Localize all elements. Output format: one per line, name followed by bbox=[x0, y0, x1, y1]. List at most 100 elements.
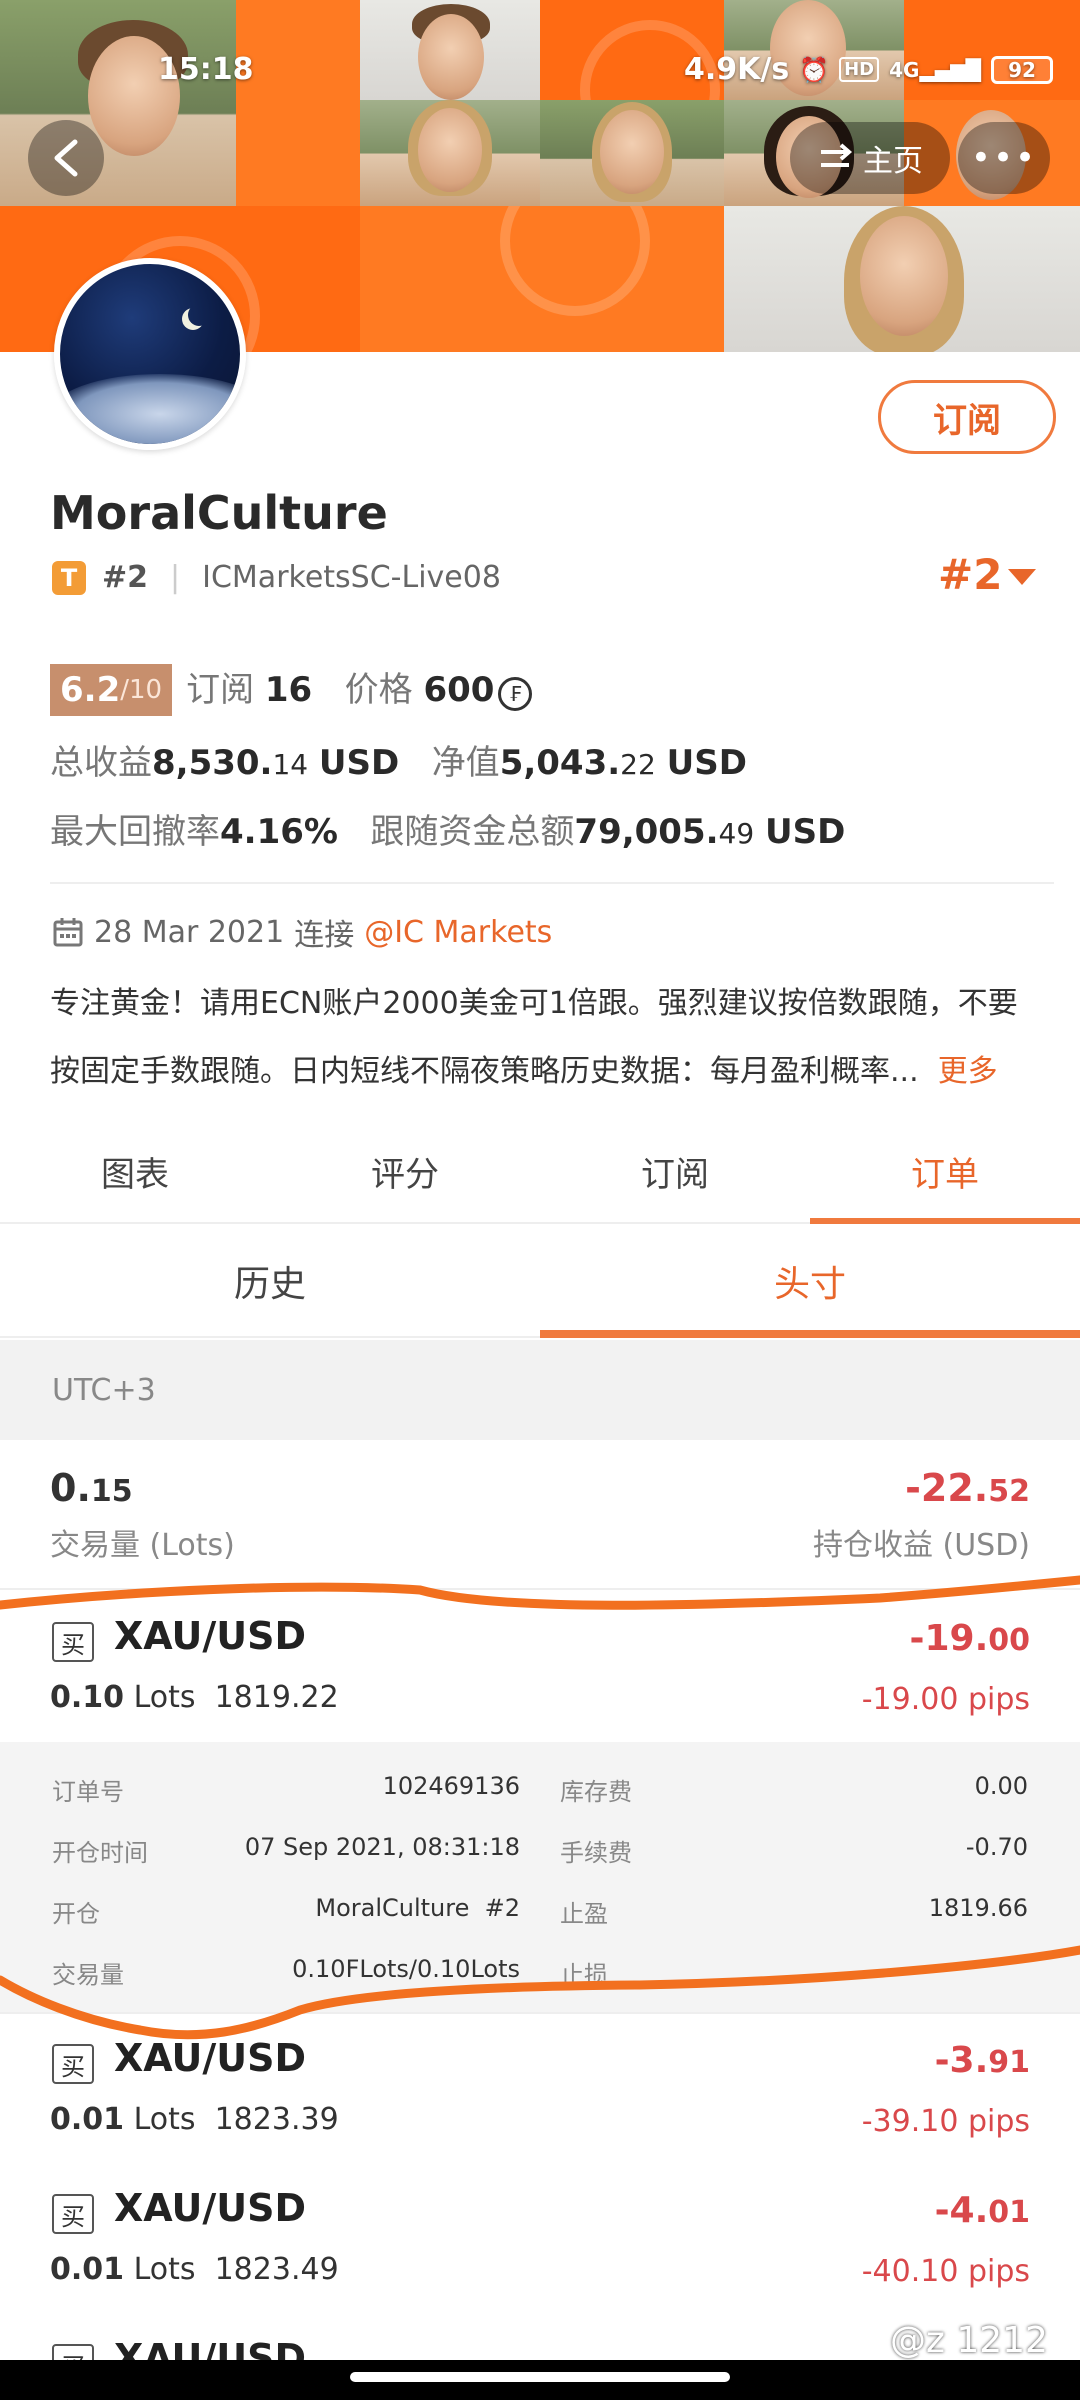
swap-value: 0.00 bbox=[974, 1772, 1028, 1800]
stats-row-1: 6.2/10 订阅 16 价格 600 ₣ bbox=[50, 662, 533, 716]
order-symbol: XAU/USD bbox=[114, 2036, 307, 2080]
banner-photo bbox=[540, 100, 724, 206]
profit-main: -4. bbox=[934, 2190, 989, 2231]
opened-by: MoralCulture #2 bbox=[315, 1894, 520, 1922]
status-time: 15:18 bbox=[158, 52, 254, 87]
subscribe-button[interactable]: 订阅 bbox=[878, 380, 1056, 454]
caret-down-icon bbox=[1008, 568, 1037, 585]
tab-positions[interactable]: 头寸 bbox=[540, 1226, 1080, 1338]
subscriber-count: 16 bbox=[264, 670, 313, 710]
floating-profit-main: -22. bbox=[905, 1466, 989, 1510]
total-profit-value: 8,530. bbox=[152, 743, 273, 783]
follow-funds-unit: USD bbox=[764, 812, 846, 852]
lots-value: 0.01 bbox=[50, 2252, 125, 2287]
profit-decimal: 91 bbox=[988, 2045, 1030, 2080]
trader-name: MoralCulture bbox=[50, 486, 388, 540]
signal-icon: 4G▂▄▆█ bbox=[889, 57, 981, 82]
home-label: 主页 bbox=[863, 144, 923, 179]
detail-label: 交易量 bbox=[52, 1961, 124, 1989]
trader-rank: #2 bbox=[102, 560, 149, 595]
order-lots: 0.10 Lots 1819.22 bbox=[50, 1680, 339, 1715]
open-price: 1823.49 bbox=[214, 2252, 339, 2287]
tier-badge: T bbox=[52, 560, 86, 595]
order-pips: -40.10 pips bbox=[861, 2254, 1030, 2289]
broker-link[interactable]: @IC Markets bbox=[364, 915, 552, 950]
rank-dropdown[interactable]: #2 bbox=[938, 550, 1037, 599]
order-subtabs: 历史 头寸 bbox=[0, 1226, 1080, 1338]
detail-label: 手续费 bbox=[560, 1839, 632, 1867]
home-indicator[interactable] bbox=[350, 2372, 730, 2382]
buy-badge: 买 bbox=[52, 2044, 94, 2084]
order-symbol: XAU/USD bbox=[114, 1614, 307, 1658]
max-drawdown-value: 4.16% bbox=[220, 812, 338, 852]
detail-label: 开仓 bbox=[52, 1900, 100, 1928]
order-profit: -3.91 bbox=[935, 2040, 1030, 2081]
profit-decimal: 01 bbox=[988, 2195, 1030, 2230]
lots-unit: Lots bbox=[133, 1680, 196, 1715]
price-label: 价格 bbox=[344, 670, 413, 710]
status-bar: 15:18 4.9K/s ⏰ HD 4G▂▄▆█ 92 bbox=[0, 52, 1080, 92]
order-lots: 0.01 Lots 1823.49 bbox=[50, 2252, 339, 2287]
follow-funds-decimal: 49 bbox=[718, 817, 755, 850]
order-pips: -39.10 pips bbox=[861, 2104, 1030, 2139]
rank-dropdown-label: #2 bbox=[938, 550, 1003, 599]
total-profit-unit: USD bbox=[318, 743, 400, 783]
battery-icon: 92 bbox=[991, 55, 1053, 84]
order-details: 订单号 102469136 库存费 0.00 开仓时间 07 Sep 2021, 08:… bbox=[0, 1742, 1080, 2012]
calendar-icon bbox=[53, 918, 83, 947]
tab-orders[interactable]: 订单 bbox=[810, 1120, 1080, 1224]
detail-label: 开仓时间 bbox=[52, 1839, 148, 1867]
order-pips: -19.00 pips bbox=[861, 1682, 1030, 1717]
detail-label: 止盈 bbox=[560, 1900, 608, 1928]
subscribe-label: 订阅 bbox=[933, 400, 1001, 441]
order-lots: 0.01 Lots 1823.39 bbox=[50, 2102, 339, 2137]
back-button[interactable] bbox=[28, 120, 104, 196]
order-number: 102469136 bbox=[382, 1772, 520, 1800]
divider: | bbox=[170, 560, 181, 595]
equity-label: 净值 bbox=[431, 743, 500, 783]
volume-value: 0.15 bbox=[50, 1466, 235, 1510]
alarm-icon: ⏰ bbox=[799, 55, 830, 84]
profit-decimal: 00 bbox=[988, 1623, 1030, 1658]
buy-badge: 买 bbox=[52, 2194, 94, 2234]
tab-history[interactable]: 历史 bbox=[0, 1226, 540, 1336]
open-price: 1819.22 bbox=[214, 1680, 339, 1715]
more-button[interactable]: ••• bbox=[958, 122, 1050, 194]
description-text: 按固定手数跟随。日内短线不隔夜策略历史数据：每月盈利概率... bbox=[50, 1054, 919, 1089]
home-button[interactable]: 主页 bbox=[790, 122, 950, 194]
lots-unit: Lots bbox=[133, 2102, 196, 2137]
connection-row: 28 Mar 2021 连接 @IC Markets bbox=[52, 910, 552, 954]
volume-label: 交易量 (Lots) bbox=[50, 1528, 235, 1563]
floating-profit-value: -22.52 bbox=[813, 1466, 1030, 1510]
order-volume: 0.10FLots/0.10Lots bbox=[292, 1955, 520, 1983]
app-screen: { "status_bar": {"time": "15:18", "speed… bbox=[0, 0, 1080, 2400]
positions-summary: 0.15 交易量 (Lots) -22.52 持仓收益 (USD) bbox=[0, 1440, 1080, 1590]
order-profit: -19.00 bbox=[910, 1618, 1030, 1659]
tab-rating[interactable]: 评分 bbox=[270, 1120, 540, 1222]
score-value: 6.2 bbox=[60, 670, 121, 710]
switch-icon bbox=[821, 143, 853, 167]
take-profit-value: 1819.66 bbox=[928, 1894, 1028, 1922]
floating-profit-decimal: 52 bbox=[988, 1474, 1030, 1509]
detail-label: 库存费 bbox=[560, 1778, 632, 1806]
order-item[interactable]: 买 XAU/USD 0.01 Lots 1823.39 -3.91 -39.10… bbox=[0, 2014, 1080, 2166]
profit-main: -3. bbox=[934, 2040, 989, 2081]
order-item[interactable]: 买 XAU/USD 0.01 Lots 1823.49 -4.01 -40.10… bbox=[0, 2164, 1080, 2316]
max-drawdown-label: 最大回撤率 bbox=[50, 812, 220, 852]
lots-value: 0.01 bbox=[50, 2102, 125, 2137]
score-badge: 6.2/10 bbox=[50, 664, 173, 716]
lots-unit: Lots bbox=[133, 2252, 196, 2287]
tab-chart[interactable]: 图表 bbox=[0, 1120, 270, 1222]
open-price: 1823.39 bbox=[214, 2102, 339, 2137]
watermark: @z 1212 bbox=[890, 2320, 1048, 2361]
network-type: 4G bbox=[889, 57, 920, 82]
main-tabs: 图表 评分 订阅 订单 bbox=[0, 1120, 1080, 1224]
equity-decimal: 22 bbox=[620, 748, 656, 781]
more-link[interactable]: 更多 bbox=[938, 1054, 998, 1089]
order-item[interactable]: 买 XAU/USD 0.10 Lots 1819.22 -19.00 -19.0… bbox=[0, 1592, 1080, 2014]
tab-subscription[interactable]: 订阅 bbox=[540, 1120, 810, 1222]
connection-date: 28 Mar 2021 bbox=[94, 914, 285, 950]
chevron-left-icon bbox=[54, 139, 78, 177]
equity-unit: USD bbox=[666, 743, 747, 783]
lots-value: 0.10 bbox=[50, 1680, 125, 1715]
